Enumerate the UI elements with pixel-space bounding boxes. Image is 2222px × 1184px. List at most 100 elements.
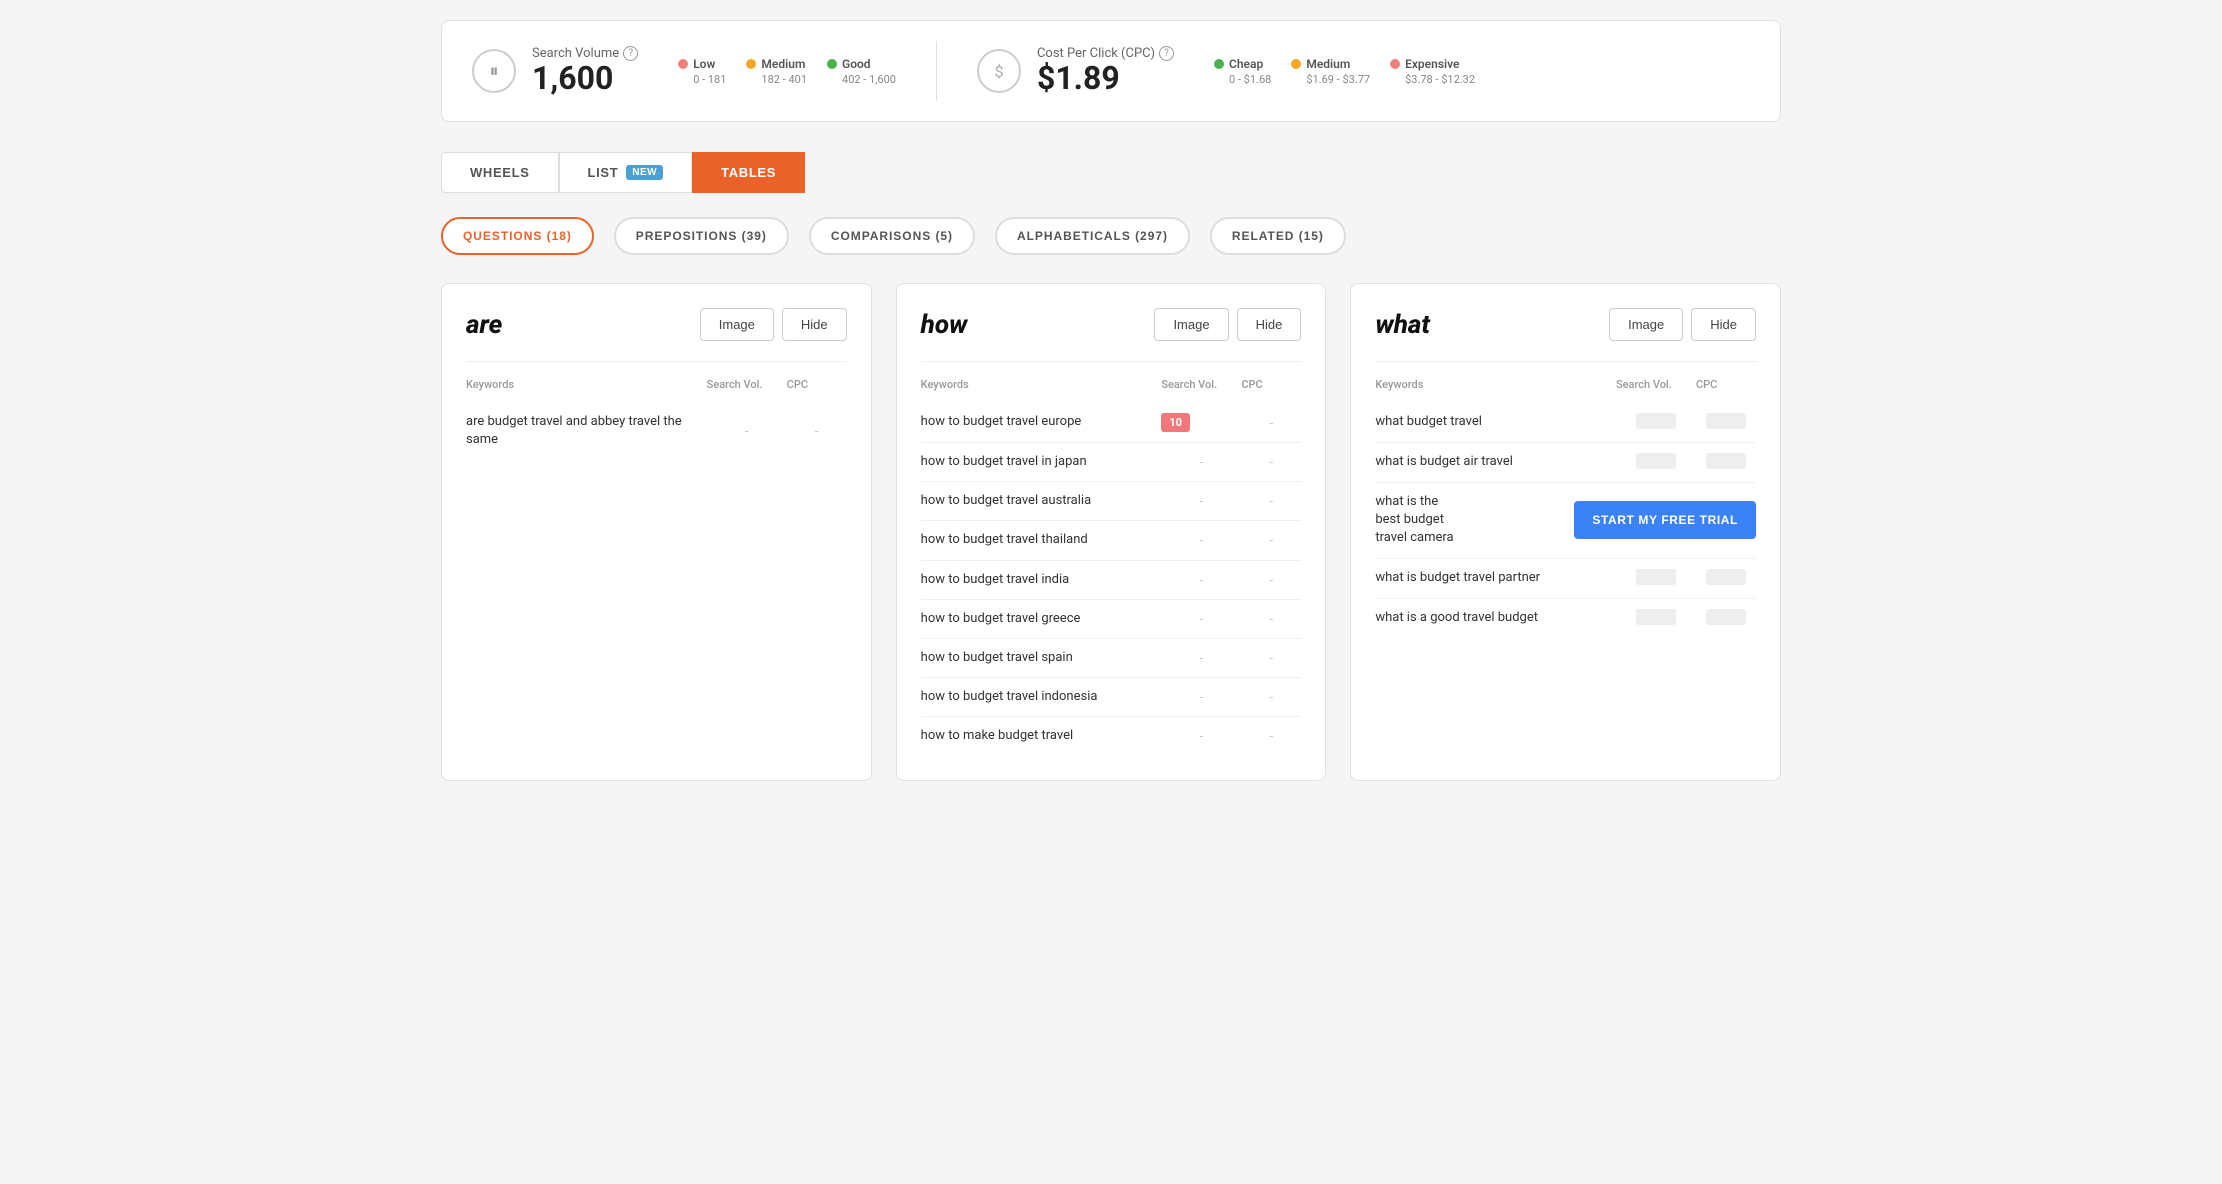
medium-cpc-range: $1.69 - $3.77 [1291,73,1370,86]
filter-prepositions[interactable]: PREPOSITIONS (39) [614,217,789,255]
empty-val [1636,453,1676,469]
what-card-title: what [1375,310,1430,340]
vol-value [1616,569,1696,588]
empty-val [1706,609,1746,625]
medium-sv-dot [746,59,756,69]
are-col-cpc: CPC [787,378,847,391]
vol-value: - [1161,690,1241,704]
empty-val [1706,453,1746,469]
filter-questions[interactable]: QUESTIONS (18) [441,217,594,255]
are-hide-button[interactable]: Hide [782,308,847,341]
keyword-text: how to budget travel indonesia [921,688,1162,706]
table-row: how to budget travel indonesia - - [921,678,1302,717]
how-col-cpc: CPC [1241,378,1301,391]
vol-value: - [1161,729,1241,743]
keyword-text: how to budget travel australia [921,492,1162,510]
what-col-keywords: Keywords [1375,378,1616,391]
table-row: what is budget air travel [1375,443,1756,483]
how-col-vol: Search Vol. [1161,378,1241,391]
search-volume-info: Search Volume ? 1,600 [532,46,638,96]
what-image-button[interactable]: Image [1609,308,1683,341]
keyword-text: how to budget travel spain [921,649,1162,667]
legend-cheap: Cheap 0 - $1.68 [1214,57,1271,86]
cards-grid: are Image Hide Keywords Search Vol. CPC … [441,283,1781,781]
cpc-value [1696,413,1756,432]
keyword-text: how to budget travel greece [921,610,1162,628]
medium-cpc-dot [1291,59,1301,69]
what-card: what Image Hide Keywords Search Vol. CPC… [1350,283,1781,781]
cpc-value: - [1241,573,1301,587]
how-image-button[interactable]: Image [1154,308,1228,341]
how-hide-button[interactable]: Hide [1237,308,1302,341]
tabs-row: WHEELS LIST NEW TABLES [441,152,1781,193]
table-row: how to budget travel europe 10 - [921,403,1302,443]
are-card-header: are Image Hide [466,308,847,341]
table-row: what budget travel [1375,403,1756,443]
how-card-divider [921,361,1302,362]
cpc-value: - [787,424,847,438]
search-volume-icon: ⏸ [472,49,516,93]
cpc-value: - [1241,612,1301,626]
cpc-value [1696,453,1756,472]
tab-tables[interactable]: TABLES [692,152,805,193]
cpc-value: - [1241,455,1301,469]
how-card-title: how [921,310,968,340]
filter-related[interactable]: RELATED (15) [1210,217,1346,255]
cpc-icon: $ [977,49,1021,93]
table-row: how to budget travel greece - - [921,600,1302,639]
cpc-help-icon[interactable]: ? [1159,46,1174,61]
what-hide-button[interactable]: Hide [1691,308,1756,341]
expensive-range: $3.78 - $12.32 [1390,73,1475,86]
medium-sv-range: 182 - 401 [746,73,807,86]
table-row: how to budget travel in japan - - [921,443,1302,482]
vol-value: - [1161,651,1241,665]
are-image-button[interactable]: Image [700,308,774,341]
how-card: how Image Hide Keywords Search Vol. CPC … [896,283,1327,781]
what-card-actions: Image Hide [1609,308,1756,341]
tab-wheels[interactable]: WHEELS [441,152,559,193]
table-row: how to budget travel spain - - [921,639,1302,678]
vol-value [1616,453,1696,472]
vol-value: - [1161,533,1241,547]
cpc-value: - [1241,690,1301,704]
expensive-dot [1390,59,1400,69]
what-table-header: Keywords Search Vol. CPC [1375,378,1756,395]
filter-row: QUESTIONS (18) PREPOSITIONS (39) COMPARI… [441,217,1781,255]
good-dot [827,59,837,69]
legend-good: Good 402 - 1,600 [827,57,896,86]
table-row: how to budget travel australia - - [921,482,1302,521]
keyword-text: how to budget travel india [921,571,1162,589]
empty-val [1636,569,1676,585]
tab-list[interactable]: LIST NEW [559,152,693,193]
legend-expensive: Expensive $3.78 - $12.32 [1390,57,1475,86]
legend-medium-sv: Medium 182 - 401 [746,57,807,86]
search-volume-help-icon[interactable]: ? [623,46,638,61]
cpc-value: - [1241,416,1301,430]
page-wrapper: ⏸ Search Volume ? 1,600 Low 0 - 181 [411,0,1811,801]
filter-comparisons[interactable]: COMPARISONS (5) [809,217,975,255]
are-card-title: are [466,310,502,340]
table-row: what is a good travel budget [1375,599,1756,638]
empty-val [1706,569,1746,585]
vol-value: - [1161,612,1241,626]
table-row: how to budget travel india - - [921,561,1302,600]
are-card-divider [466,361,847,362]
keyword-text: how to budget travel europe [921,413,1162,431]
how-col-keywords: Keywords [921,378,1162,391]
cpc-value: - [1241,533,1301,547]
how-card-header: how Image Hide [921,308,1302,341]
table-row: how to make budget travel - - [921,717,1302,755]
are-col-vol: Search Vol. [707,378,787,391]
table-row: what is the best budget travel camera ST… [1375,483,1756,559]
good-range: 402 - 1,600 [827,73,896,86]
low-dot [678,59,688,69]
how-card-actions: Image Hide [1154,308,1301,341]
cpc-info: Cost Per Click (CPC) ? $1.89 [1037,46,1174,96]
filter-alphabeticals[interactable]: ALPHABETICALS (297) [995,217,1190,255]
empty-val [1706,413,1746,429]
start-free-trial-button[interactable]: START MY FREE TRIAL [1574,501,1756,539]
cpc-value: - [1241,651,1301,665]
tab-list-label: LIST [588,165,619,180]
search-volume-legend: Low 0 - 181 Medium 182 - 401 Good 402 - … [678,57,896,86]
vol-value: - [707,424,787,438]
